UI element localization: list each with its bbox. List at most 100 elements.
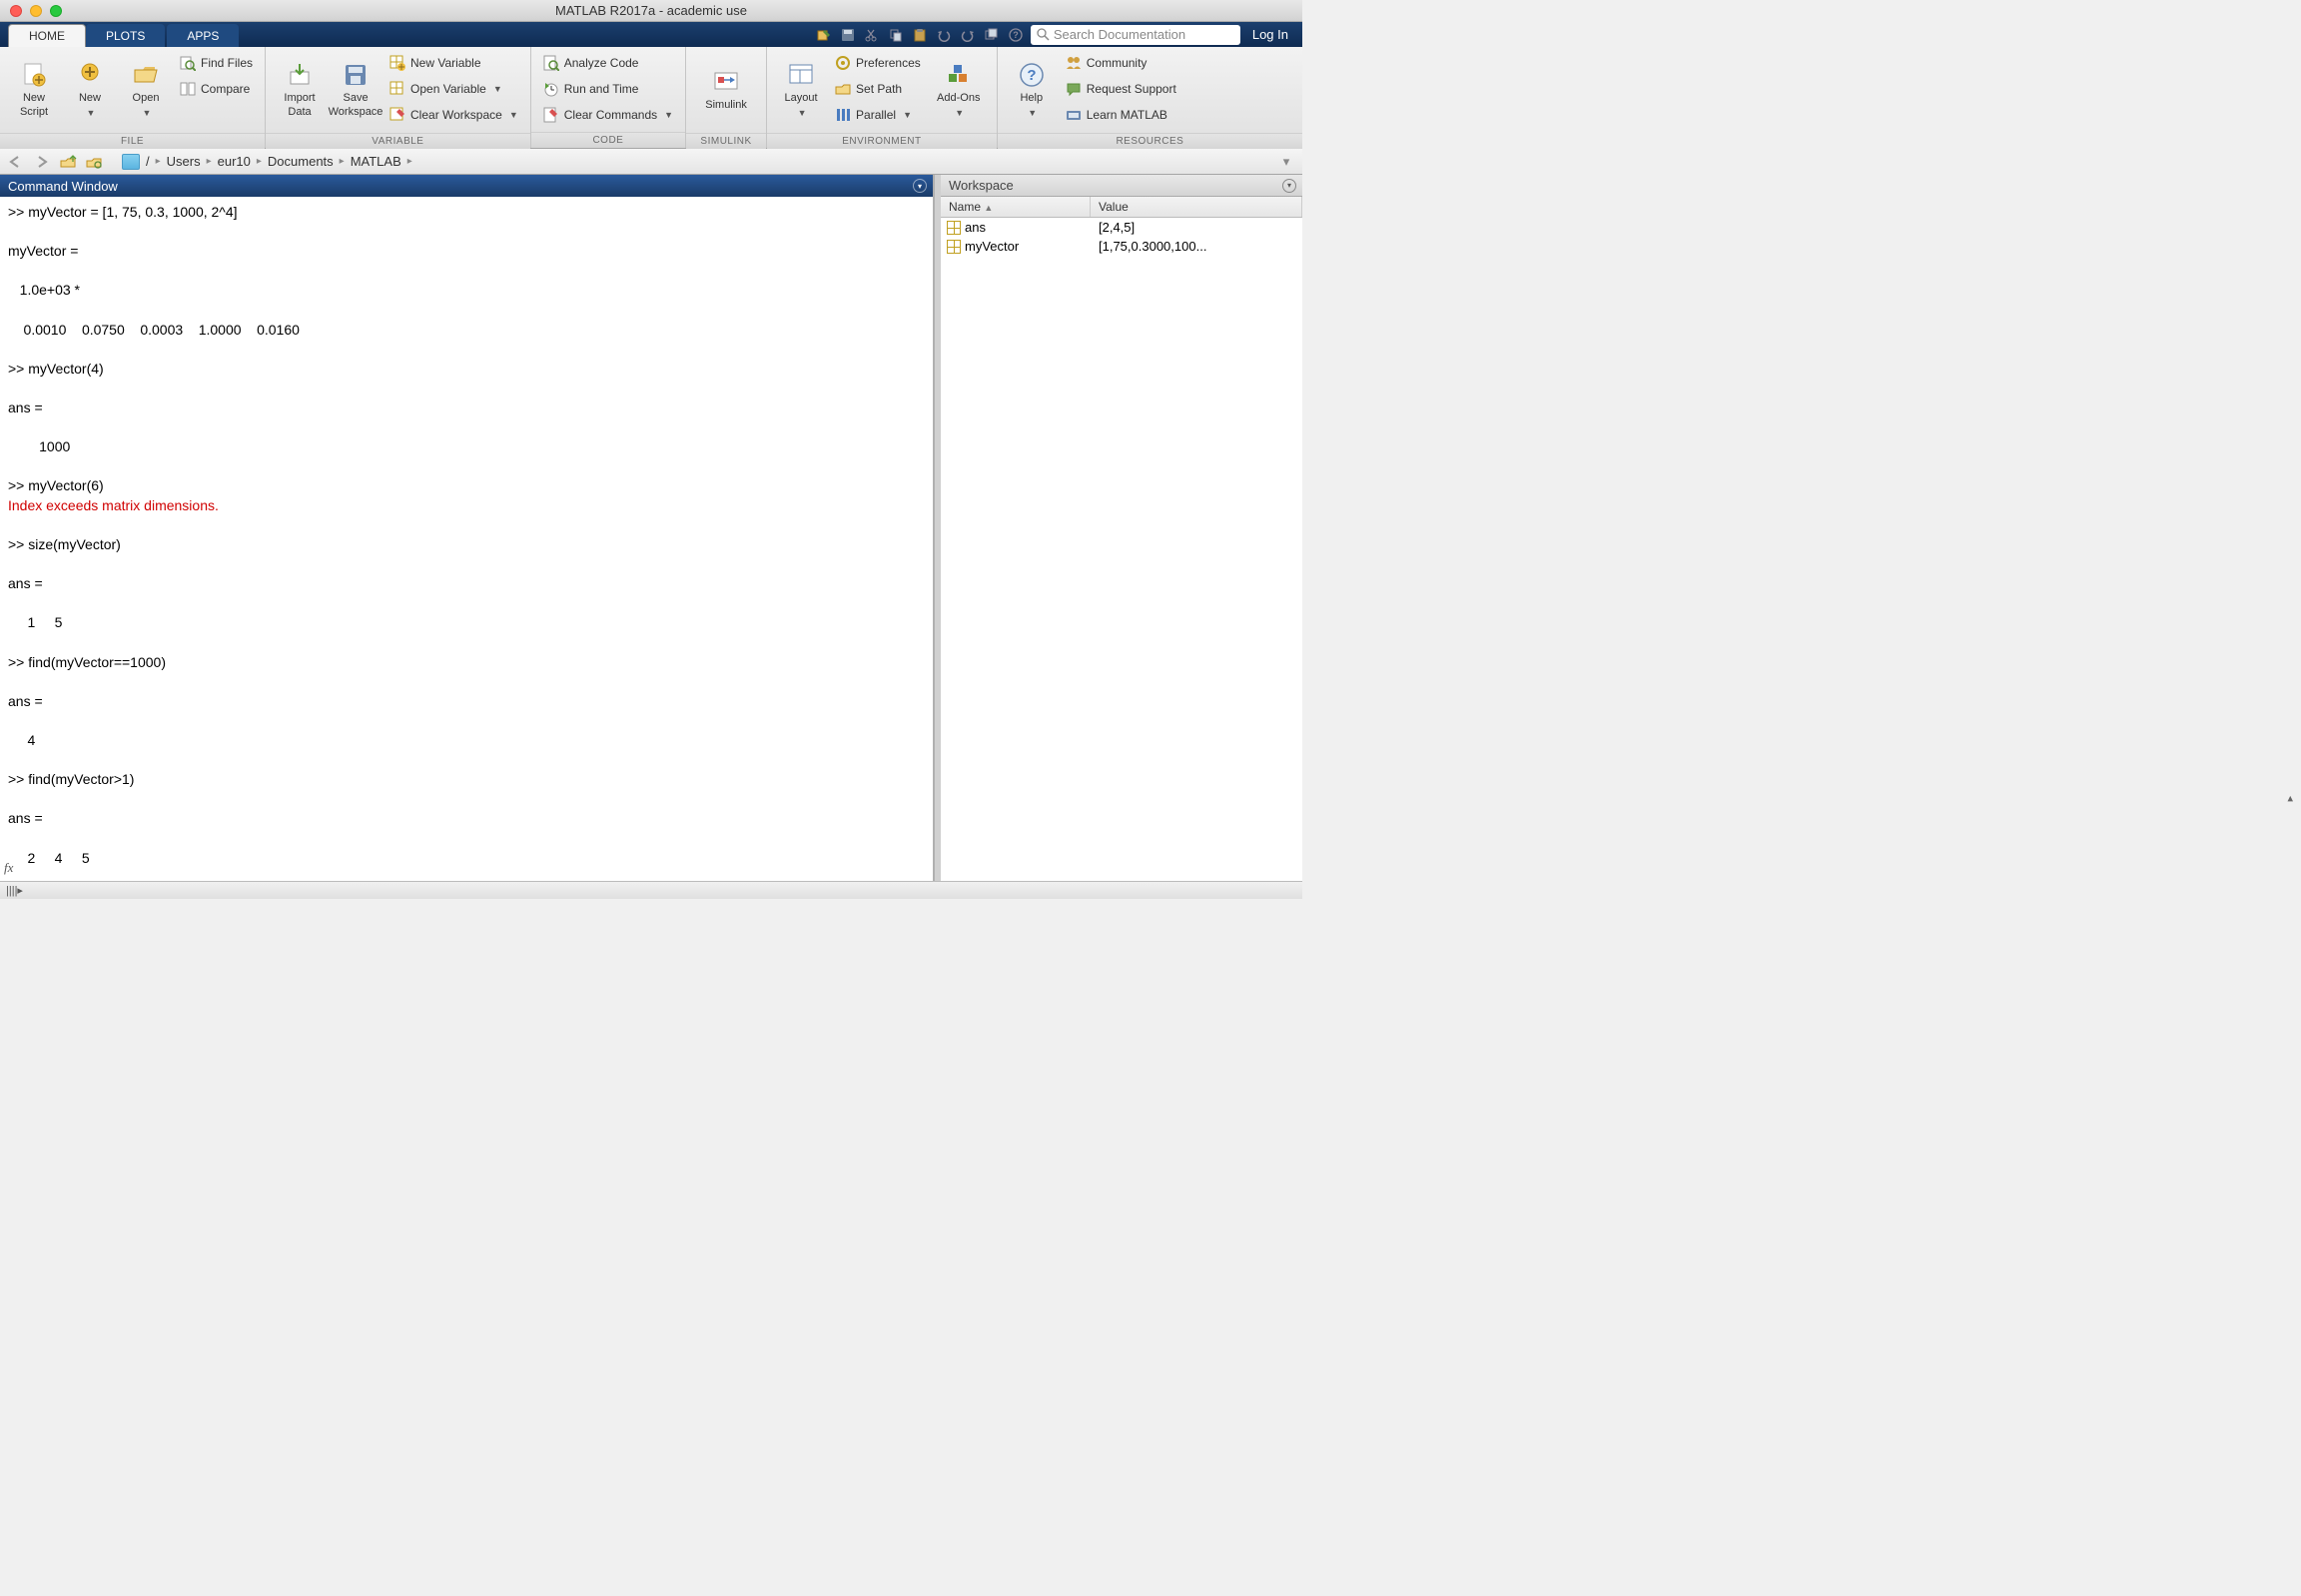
- find-files-button[interactable]: Find Files: [176, 51, 257, 75]
- simulink-button[interactable]: Simulink: [694, 51, 758, 129]
- run-time-icon: [543, 81, 559, 97]
- layout-icon: [787, 61, 815, 89]
- save-icon[interactable]: [839, 26, 857, 44]
- workspace-title: Workspace: [949, 178, 1014, 193]
- new-icon: [76, 61, 104, 89]
- help-large-icon: ?: [1018, 61, 1046, 89]
- help-icon[interactable]: ?: [1007, 26, 1025, 44]
- tab-home[interactable]: HOME: [8, 24, 86, 47]
- community-icon: [1066, 55, 1082, 71]
- breadcrumb: /▸Users▸eur10▸Documents▸MATLAB▸: [146, 154, 412, 169]
- status-indicator-icon: ||||▸: [6, 884, 23, 897]
- command-line: 4: [8, 731, 933, 751]
- analyze-code-icon: [543, 55, 559, 71]
- breadcrumb-segment[interactable]: Documents: [268, 154, 334, 169]
- redo-icon[interactable]: [959, 26, 977, 44]
- close-window-button[interactable]: [10, 5, 22, 17]
- parallel-button[interactable]: Parallel▼: [831, 103, 925, 127]
- maximize-window-button[interactable]: [50, 5, 62, 17]
- set-path-icon: [835, 81, 851, 97]
- new-button[interactable]: New▼: [64, 51, 116, 129]
- open-button[interactable]: Open▼: [120, 51, 172, 129]
- tab-apps[interactable]: APPS: [167, 24, 239, 47]
- clear-workspace-button[interactable]: Clear Workspace▼: [385, 103, 522, 127]
- command-line: [8, 594, 933, 614]
- quick-shortcut-icon[interactable]: [815, 26, 833, 44]
- path-dropdown-button[interactable]: ▾: [1276, 152, 1296, 172]
- nav-browse-button[interactable]: [84, 152, 104, 172]
- nav-up-button[interactable]: [58, 152, 78, 172]
- variable-value: [1,75,0.3000,100...: [1091, 239, 1302, 254]
- learn-matlab-button[interactable]: Learn MATLAB: [1062, 103, 1180, 127]
- tab-plots[interactable]: PLOTS: [86, 24, 165, 47]
- request-support-button[interactable]: Request Support: [1062, 77, 1180, 101]
- command-line: [8, 751, 933, 771]
- help-button[interactable]: ? Help▼: [1006, 51, 1058, 129]
- set-path-button[interactable]: Set Path: [831, 77, 925, 101]
- open-folder-icon: [132, 61, 160, 89]
- paste-icon[interactable]: [911, 26, 929, 44]
- command-window-menu-button[interactable]: ▾: [913, 179, 927, 193]
- new-variable-button[interactable]: New Variable: [385, 51, 522, 75]
- workspace-menu-button[interactable]: ▾: [1282, 179, 1296, 193]
- workspace-columns: Name ▲ Value: [941, 197, 1302, 218]
- breadcrumb-segment[interactable]: /: [146, 154, 150, 169]
- save-workspace-button[interactable]: Save Workspace: [330, 51, 382, 129]
- breadcrumb-segment[interactable]: MATLAB: [351, 154, 401, 169]
- workspace-col-value[interactable]: Value: [1091, 197, 1302, 217]
- search-documentation-input[interactable]: Search Documentation: [1031, 25, 1240, 45]
- addons-button[interactable]: Add-Ons▼: [929, 51, 989, 129]
- breadcrumb-separator: ▸: [207, 156, 212, 167]
- command-line: [8, 829, 933, 849]
- minimize-window-button[interactable]: [30, 5, 42, 17]
- command-line: 1 5: [8, 613, 933, 633]
- command-window-title: Command Window: [8, 179, 118, 194]
- command-line: [8, 418, 933, 438]
- login-button[interactable]: Log In: [1246, 27, 1294, 42]
- breadcrumb-segment[interactable]: eur10: [218, 154, 251, 169]
- command-line: [8, 223, 933, 243]
- command-window-body[interactable]: >> myVector = [1, 75, 0.3, 1000, 2^4] my…: [0, 197, 933, 881]
- layout-button[interactable]: Layout▼: [775, 51, 827, 129]
- open-variable-button[interactable]: Open Variable▼: [385, 77, 522, 101]
- ribbon-group-file: New Script New▼ Open▼ Find Files Compare: [0, 47, 266, 148]
- workspace-col-name[interactable]: Name ▲: [941, 197, 1091, 217]
- analyze-code-button[interactable]: Analyze Code: [539, 51, 677, 75]
- nav-back-button[interactable]: [6, 152, 26, 172]
- preferences-button[interactable]: Preferences: [831, 51, 925, 75]
- fx-prompt-icon[interactable]: fx: [4, 859, 13, 877]
- minimize-ribbon-icon[interactable]: ▴: [2287, 792, 2293, 805]
- workspace-variable-row[interactable]: myVector[1,75,0.3000,100...: [941, 237, 1302, 256]
- clear-commands-icon: [543, 107, 559, 123]
- cut-icon[interactable]: [863, 26, 881, 44]
- copy-icon[interactable]: [887, 26, 905, 44]
- compare-button[interactable]: Compare: [176, 77, 257, 101]
- community-button[interactable]: Community: [1062, 51, 1180, 75]
- ribbon-group-variable: Import Data Save Workspace New Variable …: [266, 47, 531, 148]
- ribbon-group-environment: Layout▼ Preferences Set Path Parallel▼: [767, 47, 998, 148]
- window-title: MATLAB R2017a - academic use: [555, 3, 747, 18]
- variable-icon: [947, 221, 961, 235]
- nav-forward-button[interactable]: [32, 152, 52, 172]
- open-variable-icon: [389, 81, 405, 97]
- command-line: 0.0010 0.0750 0.0003 1.0000 0.0160: [8, 321, 933, 341]
- command-line: >> find(myVector>1): [8, 770, 933, 790]
- ribbon-label-resources: RESOURCES: [998, 133, 1302, 149]
- command-line: >> size(myVector): [8, 535, 933, 555]
- new-script-button[interactable]: New Script: [8, 51, 60, 129]
- breadcrumb-separator: ▸: [156, 156, 161, 167]
- new-variable-icon: [389, 55, 405, 71]
- windows-icon[interactable]: [983, 26, 1001, 44]
- workspace-variable-row[interactable]: ans[2,4,5]: [941, 218, 1302, 237]
- workspace-header[interactable]: Workspace ▾: [941, 175, 1302, 197]
- current-folder-icon[interactable]: [122, 154, 140, 170]
- ribbon-group-simulink: Simulink SIMULINK: [686, 47, 767, 148]
- import-data-button[interactable]: Import Data: [274, 51, 326, 129]
- run-and-time-button[interactable]: Run and Time: [539, 77, 677, 101]
- breadcrumb-segment[interactable]: Users: [167, 154, 201, 169]
- command-window-header[interactable]: Command Window ▾: [0, 175, 933, 197]
- command-line: >> myVector(6): [8, 476, 933, 496]
- undo-icon[interactable]: [935, 26, 953, 44]
- clear-commands-button[interactable]: Clear Commands▼: [539, 103, 677, 127]
- command-line: [8, 672, 933, 692]
